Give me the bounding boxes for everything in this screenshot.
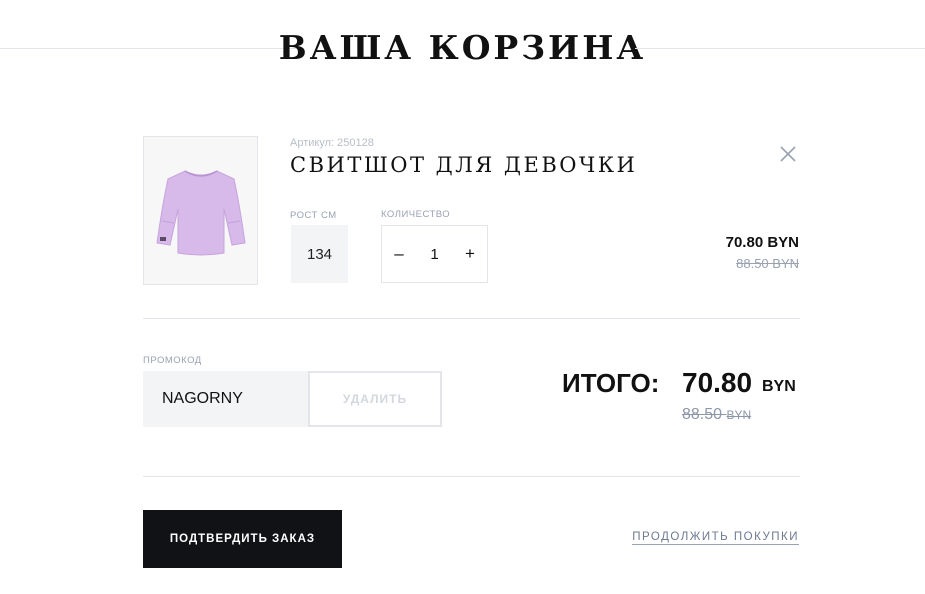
- total-old-currency: BYN: [726, 408, 752, 422]
- item-old-price: 88.50 BYN: [736, 256, 799, 271]
- sweatshirt-icon: [155, 169, 246, 255]
- product-article: Артикул: 250128: [290, 137, 374, 149]
- total-old-price: 88.50 BYN: [682, 406, 751, 424]
- close-icon: [780, 146, 796, 162]
- total-currency: BYN: [762, 378, 796, 395]
- quantity-value[interactable]: 1: [430, 246, 438, 263]
- divider: [143, 476, 800, 477]
- product-name[interactable]: СВИТШОТ ДЛЯ ДЕВОЧКИ: [290, 153, 637, 177]
- total-value: 70.80: [682, 367, 753, 398]
- confirm-order-button[interactable]: ПОДТВЕРДИТЬ ЗАКАЗ: [143, 510, 342, 568]
- title-line-right: [635, 48, 925, 49]
- quantity-stepper: – 1 +: [381, 225, 488, 283]
- quantity-decrease-button[interactable]: –: [390, 244, 408, 264]
- promo-input[interactable]: [143, 371, 308, 427]
- item-price: 70.80 BYN: [725, 234, 799, 251]
- total-old-value: 88.50: [682, 406, 723, 423]
- promo-remove-button[interactable]: УДАЛИТЬ: [308, 371, 442, 427]
- product-image[interactable]: [143, 136, 258, 285]
- total-label: ИТОГО:: [562, 368, 660, 398]
- promo-label: ПРОМОКОД: [143, 355, 202, 366]
- size-value: 134: [291, 225, 348, 283]
- quantity-label: КОЛИЧЕСТВО: [381, 209, 451, 220]
- continue-shopping-link[interactable]: ПРОДОЛЖИТЬ ПОКУПКИ: [632, 531, 799, 545]
- remove-item-button[interactable]: [778, 144, 798, 164]
- quantity-increase-button[interactable]: +: [461, 244, 479, 264]
- divider: [143, 318, 800, 319]
- size-label: РОСТ СМ: [290, 210, 337, 221]
